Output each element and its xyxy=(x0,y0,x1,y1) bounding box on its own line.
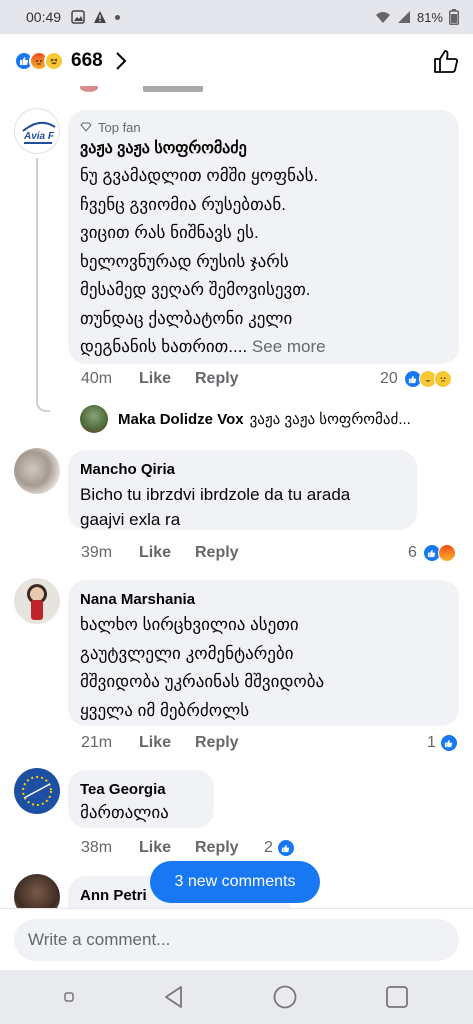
home-icon[interactable] xyxy=(272,984,298,1010)
battery-icon xyxy=(449,9,459,25)
comment-reactions[interactable]: 20 xyxy=(380,370,452,388)
reply-button[interactable]: Reply xyxy=(195,839,239,857)
comment-line: ხელოვნურად რუსის ჯარს xyxy=(80,251,289,271)
status-bar: 00:49 81% xyxy=(0,0,473,34)
comment-input[interactable]: Write a comment... xyxy=(14,919,459,961)
diamond-icon xyxy=(80,122,92,132)
comment-line: მშვიდობა უკრაინას მშვიდობა xyxy=(80,672,325,691)
top-fan-badge: Top fan xyxy=(80,118,447,136)
wifi-icon xyxy=(375,12,390,23)
status-icons xyxy=(71,10,121,24)
reply-author: Maka Dolidze Vox xyxy=(118,410,244,428)
comment-bubble[interactable]: Nana Marshania ხალხო სირცხვილია ასეთი გა… xyxy=(68,580,459,726)
avatar-text: Avia F xyxy=(23,131,55,142)
image-icon xyxy=(71,10,85,24)
status-right: 81% xyxy=(375,9,459,25)
comment-time: 21m xyxy=(81,734,113,751)
reaction-icons[interactable] xyxy=(14,51,64,71)
comment-bubble[interactable]: Mancho Qiria Bicho tu ibrzdvi ibrdzole d… xyxy=(68,450,417,530)
comment-line-last: დეგნანის ხათრით.... See more xyxy=(80,337,326,356)
like-outline-icon[interactable] xyxy=(433,48,459,74)
comment-author[interactable]: Nana Marshania xyxy=(80,590,447,610)
avatar[interactable] xyxy=(14,768,60,814)
angry-reaction-icon xyxy=(437,544,456,562)
like-button[interactable]: Like xyxy=(139,839,195,857)
comment-bubble[interactable]: Top fan ვაჟა ვაჟა სოფრომაძე ნუ გვამადლით… xyxy=(68,110,459,364)
comment-actions: 21m Like Reply xyxy=(81,734,239,752)
comment-time: 38m xyxy=(81,839,113,856)
comment-line: ნუ გვამადლით ომში ყოფნას. xyxy=(80,166,319,185)
comment-line: მართალია xyxy=(80,803,169,822)
haha-reaction-icon xyxy=(44,51,64,71)
comment-3: Nana Marshania ხალხო სირცხვილია ასეთი გა… xyxy=(0,578,473,758)
chevron-right-icon[interactable] xyxy=(115,51,127,71)
like-reaction-icon xyxy=(439,734,458,752)
comment-actions: 40m Like Reply xyxy=(81,370,239,388)
comment-line: თუნდაც ქალბატონი კელი xyxy=(80,308,293,328)
avatar[interactable] xyxy=(14,578,60,624)
like-button[interactable]: Like xyxy=(139,734,195,752)
avatar[interactable] xyxy=(14,448,60,494)
battery-percent: 81% xyxy=(416,9,443,25)
like-button[interactable]: Like xyxy=(139,370,195,388)
comment-line: მესამედ ვეღარ შემოვისევთ. xyxy=(80,280,311,299)
comment-author[interactable]: Mancho Qiria xyxy=(80,460,405,480)
comment-line: gaajvi exla ra xyxy=(80,510,181,529)
like-reaction-icon xyxy=(276,839,295,857)
comment-reactions[interactable]: 1 xyxy=(427,734,458,752)
comment-line: ჩვენც გვიომია რუსებთან. xyxy=(80,194,286,214)
partial-comment-top xyxy=(80,86,270,92)
system-nav-bar xyxy=(0,970,473,1024)
comment-line: გაუტვლელი კომენტარები xyxy=(80,643,294,663)
comment-line: ხალხო სირცხვილია ასეთი xyxy=(80,615,299,634)
like-button[interactable]: Like xyxy=(139,544,195,562)
reply-button[interactable]: Reply xyxy=(195,734,239,752)
reaction-count[interactable]: 668 xyxy=(71,50,103,72)
reply-text: ვაჟა ვაჟა სოფრომაძ... xyxy=(249,411,411,428)
sad-reaction-icon xyxy=(433,370,452,388)
new-comments-button[interactable]: 3 new comments xyxy=(150,861,320,903)
comment-1: Avia F Top fan ვაჟა ვაჟა სოფრომაძე ნუ გვ… xyxy=(0,108,473,438)
comment-line: ვიცით რას ნიშნავს ეს. xyxy=(80,223,259,242)
comment-actions: 38m Like Reply xyxy=(81,839,239,857)
comment-line: ყველა იმ მებრძოლს xyxy=(80,700,250,720)
reactions-header[interactable]: 668 xyxy=(0,34,473,88)
dot-icon[interactable] xyxy=(63,991,75,1003)
comment-2: Mancho Qiria Bicho tu ibrzdvi ibrdzole d… xyxy=(0,448,473,568)
comment-reactions[interactable]: 2 xyxy=(264,839,295,857)
app-root: 00:49 81% 668 Avia F Top fan ვაჟა ვაჟა ს… xyxy=(0,0,473,1024)
reply-avatar xyxy=(80,405,108,433)
warning-icon xyxy=(94,11,107,23)
reply-button[interactable]: Reply xyxy=(195,370,239,388)
reply-button[interactable]: Reply xyxy=(195,544,239,562)
comment-bubble[interactable]: Tea Georgia მართალია xyxy=(68,770,214,828)
signal-icon xyxy=(397,11,410,23)
avatar[interactable]: Avia F xyxy=(14,108,60,154)
comment-line: Bicho tu ibrzdvi ibrdzole da tu arada xyxy=(80,485,351,504)
recents-icon[interactable] xyxy=(384,984,410,1010)
comment-author[interactable]: Tea Georgia xyxy=(80,780,202,800)
comment-actions: 39m Like Reply xyxy=(81,544,239,562)
comment-time: 40m xyxy=(81,370,113,387)
comment-4: Tea Georgia მართალია 38m Like Reply 2 xyxy=(0,768,473,864)
reply-preview[interactable]: Maka Dolidze Vox ვაჟა ვაჟა სოფრომაძ... xyxy=(80,404,460,434)
back-icon[interactable] xyxy=(161,984,187,1010)
dot-icon xyxy=(115,14,121,20)
comment-composer: Write a comment... xyxy=(0,908,473,970)
comment-reactions[interactable]: 6 xyxy=(408,544,456,562)
comment-author[interactable]: ვაჟა ვაჟა სოფრომაძე xyxy=(80,139,447,159)
comment-time: 39m xyxy=(81,544,113,561)
avatar[interactable] xyxy=(14,874,60,912)
status-time: 00:49 xyxy=(26,9,62,25)
see-more-link[interactable]: See more xyxy=(252,337,326,356)
